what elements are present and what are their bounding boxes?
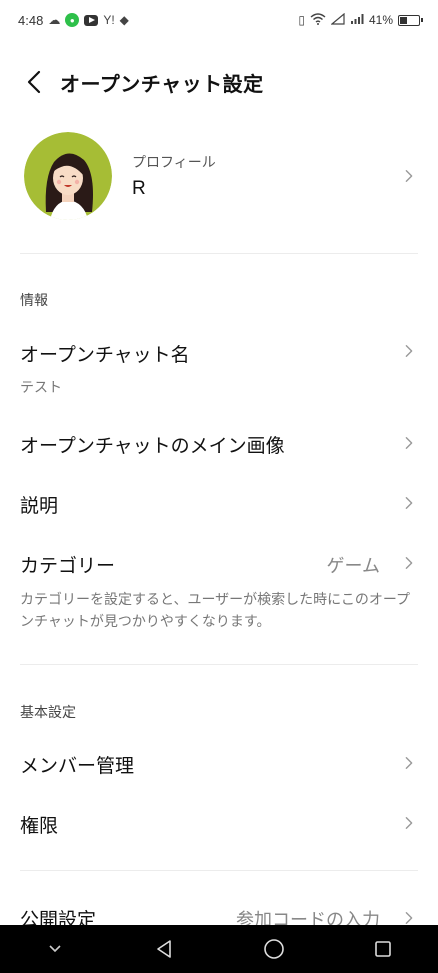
chat-name-row[interactable]: オープンチャット名 テスト xyxy=(0,330,438,402)
line-app-icon: ● xyxy=(65,13,80,27)
signal-icon xyxy=(350,13,364,28)
back-button[interactable] xyxy=(10,58,58,106)
cloud-icon: ☁ xyxy=(48,13,61,27)
permission-label: 権限 xyxy=(20,815,59,837)
chat-name-value: テスト xyxy=(20,380,62,396)
profile-text: プロフィール R xyxy=(132,152,216,200)
battery-percent: 41% xyxy=(368,13,393,27)
chevron-left-icon xyxy=(27,70,41,94)
section-label-info: 情報 xyxy=(20,293,48,309)
category-help-text: カテゴリーを設定すると、ユーザーが検索した時にこのオープンチャットが見つかりやす… xyxy=(20,592,411,630)
chevron-right-icon xyxy=(405,170,413,182)
youtube-icon xyxy=(84,14,99,26)
public-settings-label: 公開設定 xyxy=(20,909,97,925)
avatar xyxy=(24,132,112,220)
member-management-label: メンバー管理 xyxy=(20,755,135,777)
category-value: ゲーム xyxy=(326,556,380,577)
nav-recents-button[interactable] xyxy=(353,925,413,973)
app-header: オープンチャット設定 xyxy=(0,56,438,108)
nav-back-button[interactable] xyxy=(134,925,194,973)
divider xyxy=(20,664,418,665)
divider xyxy=(20,253,418,254)
chevron-right-icon xyxy=(405,912,413,924)
back-triangle-icon xyxy=(157,940,172,958)
battery-icon xyxy=(398,14,423,26)
chevron-down-icon xyxy=(49,945,61,953)
battery-fill xyxy=(400,16,407,24)
vibrate-icon: ▯ xyxy=(298,13,305,27)
main-image-label: オープンチャットのメイン画像 xyxy=(20,435,285,457)
permission-row[interactable]: 権限 xyxy=(0,800,438,850)
status-bar: 4:48 ☁ ● Y! ◆ ▯ 41% xyxy=(0,0,438,40)
chevron-right-icon xyxy=(405,817,413,829)
nav-home-button[interactable] xyxy=(244,925,304,973)
page-title: オープンチャット設定 xyxy=(60,71,264,96)
status-time: 4:48 xyxy=(18,12,44,28)
divider xyxy=(20,870,418,871)
profile-row[interactable]: プロフィール R xyxy=(0,128,438,224)
recents-square-icon xyxy=(375,941,392,957)
chevron-right-icon xyxy=(405,757,413,769)
category-label: カテゴリー xyxy=(20,555,116,577)
description-row[interactable]: 説明 xyxy=(0,480,438,530)
section-label-basic: 基本設定 xyxy=(20,705,76,721)
chat-name-label: オープンチャット名 xyxy=(20,344,190,366)
home-circle-icon xyxy=(263,939,284,959)
chevron-right-icon xyxy=(405,497,413,509)
member-management-row[interactable]: メンバー管理 xyxy=(0,740,438,790)
shield-icon: ◆ xyxy=(119,13,129,27)
profile-label: プロフィール xyxy=(132,155,216,171)
public-settings-value: 参加コードの入力 xyxy=(236,910,380,925)
signal-empty-icon xyxy=(330,12,345,28)
public-settings-row[interactable]: 公開設定 参加コードの入力 xyxy=(0,895,438,925)
description-label: 説明 xyxy=(20,495,59,517)
wifi-icon xyxy=(310,12,326,28)
yahoo-icon: Y! xyxy=(103,13,115,27)
system-nav-bar xyxy=(0,925,438,973)
profile-name: R xyxy=(132,178,146,199)
category-row[interactable]: カテゴリー ゲーム xyxy=(0,540,438,590)
status-bar-right: ▯ 41% xyxy=(298,12,423,28)
status-bar-left: 4:48 ☁ ● Y! ◆ xyxy=(18,13,129,28)
chevron-right-icon xyxy=(405,557,413,569)
chevron-right-icon xyxy=(405,345,413,357)
main-image-row[interactable]: オープンチャットのメイン画像 xyxy=(0,420,438,470)
nav-collapse-button[interactable] xyxy=(25,925,85,973)
chevron-right-icon xyxy=(405,437,413,449)
